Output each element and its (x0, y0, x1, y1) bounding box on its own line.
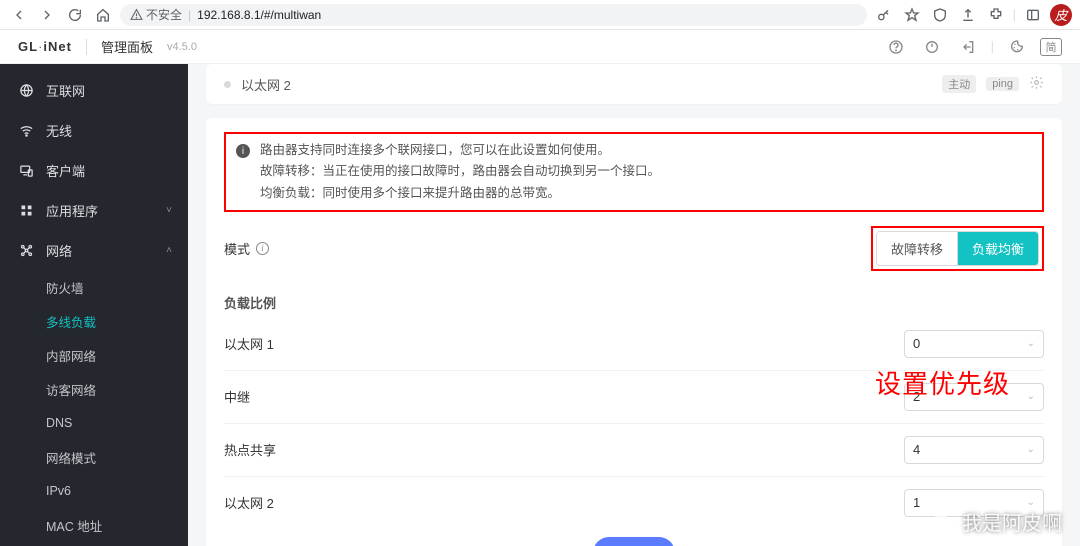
language-switch[interactable]: 简 (1040, 38, 1062, 56)
chevron-down-icon: ⌄ (1027, 497, 1035, 508)
info-line: 均衡负载：同时使用多个接口来提升路由器的总带宽。 (260, 183, 660, 204)
mode-failover-button[interactable]: 故障转移 (877, 232, 957, 265)
browser-toolbar: 不安全 | 192.168.8.1/#/multiwan | 皮 (0, 0, 1080, 30)
sidebar-item-wifi[interactable]: 无线 (0, 110, 188, 150)
weight-select[interactable]: 2⌄ (904, 383, 1044, 411)
logout-icon[interactable] (955, 34, 981, 60)
weight-label: 以太网 1 (224, 334, 544, 353)
chevron-down-icon: ˅ (166, 205, 172, 216)
ping-chip: ping (986, 77, 1019, 91)
mode-segmented-control[interactable]: 故障转移负载均衡 (876, 231, 1039, 266)
weight-select[interactable]: 0⌄ (904, 330, 1044, 358)
url-text: 192.168.8.1/#/multiwan (197, 8, 321, 22)
wifi-icon (18, 123, 34, 138)
app-title: 管理面板 (101, 37, 153, 56)
theme-icon[interactable] (1004, 34, 1030, 60)
info-line: 路由器支持同时连接多个联网接口，您可以在此设置如何使用。 (260, 140, 660, 161)
app-header: GL·iNet 管理面板 v4.5.0 | 简 (0, 30, 1080, 64)
sidebar-item-label: 无线 (46, 121, 72, 140)
weight-label: 热点共享 (224, 440, 544, 459)
net-icon (18, 243, 34, 258)
interface-card: 以太网 2 主动 ping (206, 64, 1062, 104)
insecure-label: 不安全 (146, 6, 182, 23)
reboot-icon[interactable] (919, 34, 945, 60)
sidebar-subitem[interactable]: 多线负载 (0, 304, 188, 338)
info-icon[interactable]: i (256, 242, 269, 255)
weight-select[interactable]: 4⌄ (904, 436, 1044, 464)
reload-button[interactable] (64, 4, 86, 26)
sidebar-subitem[interactable]: 内部网络 (0, 338, 188, 372)
sidebar-subitem[interactable]: DNS (0, 406, 188, 440)
interface-settings-button[interactable] (1029, 75, 1044, 93)
share-icon[interactable] (957, 4, 979, 26)
weight-value: 2 (913, 389, 920, 404)
sidebar-subitem[interactable]: IPv6 (0, 474, 188, 508)
mode-chip: 主动 (942, 75, 976, 93)
help-icon[interactable] (883, 34, 909, 60)
apps-icon (18, 203, 34, 218)
client-icon (18, 163, 34, 178)
mode-loadbalance-button[interactable]: 负载均衡 (957, 232, 1038, 265)
sidebar-item-label: 应用程序 (46, 201, 98, 220)
home-button[interactable] (92, 4, 114, 26)
star-icon[interactable] (901, 4, 923, 26)
interface-row: 以太网 2 主动 ping (224, 68, 1044, 100)
info-box: i 路由器支持同时连接多个联网接口，您可以在此设置如何使用。 故障转移：当正在使… (224, 132, 1044, 212)
weight-row: 热点共享4⌄ (224, 424, 1044, 477)
sidebar-subitem[interactable]: MAC 地址 (0, 508, 188, 542)
sidebar-item-apps[interactable]: 应用程序 ˅ (0, 190, 188, 230)
brand-logo: GL·iNet (18, 39, 72, 54)
status-dot-icon (224, 81, 231, 88)
content-area: 以太网 2 主动 ping i 路由器支持同时连接多个联网接口，您可以在此设置如… (188, 64, 1080, 546)
sidebar-item-label: 客户端 (46, 161, 85, 180)
sidebar-subitem[interactable]: 旁路由 (0, 542, 188, 546)
weight-row: 以太网 21⌄ (224, 477, 1044, 529)
weight-select[interactable]: 1⌄ (904, 489, 1044, 517)
globe-icon (18, 83, 34, 98)
weight-label: 以太网 2 (224, 493, 544, 512)
profile-avatar[interactable]: 皮 (1050, 4, 1072, 26)
mode-label: 模式 i (224, 239, 544, 258)
insecure-warning-icon: 不安全 (130, 6, 182, 23)
sidebar-subitem[interactable]: 访客网络 (0, 372, 188, 406)
address-bar[interactable]: 不安全 | 192.168.8.1/#/multiwan (120, 4, 867, 26)
sidebar-item-label: 互联网 (46, 81, 85, 100)
info-line: 故障转移：当正在使用的接口故障时，路由器会自动切换到另一个接口。 (260, 161, 660, 182)
info-icon: i (236, 144, 250, 158)
chevron-down-icon: ⌄ (1027, 391, 1035, 402)
apply-button[interactable]: 应用 (593, 537, 675, 546)
weight-value: 1 (913, 495, 920, 510)
sidebar-subitem[interactable]: 防火墙 (0, 270, 188, 304)
weight-value: 0 (913, 336, 920, 351)
extensions-icon[interactable] (985, 4, 1007, 26)
interface-name: 以太网 2 (241, 75, 932, 94)
weight-row: 中继2⌄ (224, 371, 1044, 424)
key-icon[interactable] (873, 4, 895, 26)
chevron-down-icon: ⌄ (1027, 338, 1035, 349)
sidebar-item-globe[interactable]: 互联网 (0, 70, 188, 110)
back-button[interactable] (8, 4, 30, 26)
panel-icon[interactable] (1022, 4, 1044, 26)
sidebar-item-net[interactable]: 网络 ˄ (0, 230, 188, 270)
weights-section-title: 负载比例 (224, 283, 1044, 318)
sidebar-subitem[interactable]: 网络模式 (0, 440, 188, 474)
ublock-icon[interactable] (929, 4, 951, 26)
sidebar-item-client[interactable]: 客户端 (0, 150, 188, 190)
sidebar-item-label: 网络 (46, 241, 72, 260)
sidebar: 互联网无线客户端应用程序 ˅ 网络 ˄ 防火墙多线负载内部网络访客网络DNS网络模式IP… (0, 64, 188, 546)
chevron-down-icon: ⌄ (1027, 444, 1035, 455)
forward-button[interactable] (36, 4, 58, 26)
mode-highlight-box: 故障转移负载均衡 (871, 226, 1044, 271)
weight-row: 以太网 10⌄ (224, 318, 1044, 371)
chevron-up-icon: ˄ (166, 245, 172, 256)
weight-label: 中继 (224, 387, 544, 406)
weight-value: 4 (913, 442, 920, 457)
multiwan-card: i 路由器支持同时连接多个联网接口，您可以在此设置如何使用。 故障转移：当正在使… (206, 118, 1062, 546)
app-version: v4.5.0 (167, 41, 197, 53)
